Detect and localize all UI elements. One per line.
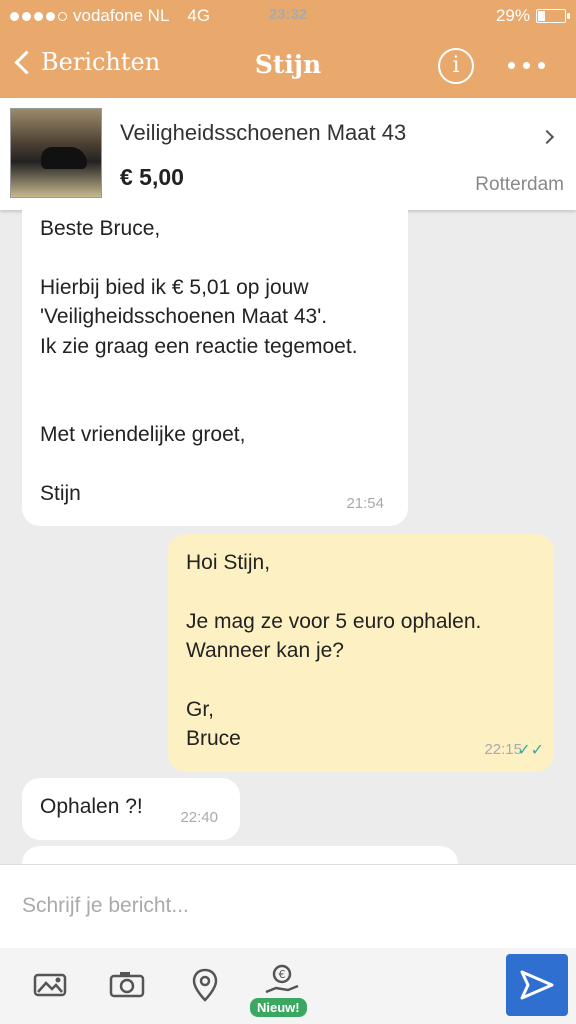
message-time: 22:40 xyxy=(180,809,218,826)
page-title: Stijn xyxy=(254,50,322,79)
chevron-right-icon xyxy=(539,129,555,145)
new-badge: Nieuw! xyxy=(250,998,307,1017)
message-bubble: Hoi Stijn, Je mag ze voor 5 euro ophalen… xyxy=(168,534,554,772)
gallery-icon[interactable] xyxy=(32,966,72,1006)
read-receipt-icon: ✓✓ xyxy=(517,741,544,759)
listing-price: € 5,00 xyxy=(120,164,184,190)
nav-bar: Berichten Stijn i xyxy=(0,34,576,96)
listing-card[interactable]: Veiligheidsschoenen Maat 43 € 5,00 Rotte… xyxy=(0,98,576,210)
battery-icon xyxy=(536,9,570,23)
send-icon xyxy=(520,970,554,1000)
message-text: Beste Bruce, Hierbij bied ik € 5,01 op j… xyxy=(40,217,358,505)
message-text: Hoi Stijn, Je mag ze voor 5 euro ophalen… xyxy=(186,551,482,751)
payment-icon[interactable]: € xyxy=(262,962,302,1002)
camera-icon[interactable] xyxy=(108,966,148,1006)
listing-title: Veiligheidsschoenen Maat 43 xyxy=(120,120,407,145)
listing-thumbnail xyxy=(10,108,102,198)
location-icon[interactable] xyxy=(186,966,226,1006)
message-text: Ophalen ?! xyxy=(40,795,143,818)
compose-bar xyxy=(0,864,576,950)
battery-percent: 29% xyxy=(495,6,530,25)
message-bubble: Beste Bruce, Hierbij bied ik € 5,01 op j… xyxy=(22,200,408,526)
send-button[interactable] xyxy=(506,954,568,1016)
more-options-icon[interactable] xyxy=(508,62,545,69)
svg-text:€: € xyxy=(279,968,286,981)
message-input[interactable] xyxy=(20,885,504,927)
top-bar: vodafone NL 4G 23:32 29% Berichten Stijn… xyxy=(0,0,576,98)
message-time: 21:54 xyxy=(346,495,384,512)
battery-info: 29% xyxy=(495,6,570,26)
clock: 23:32 xyxy=(268,6,308,23)
message-bubble: Ophalen ?! 22:40 xyxy=(22,778,240,840)
listing-location: Rotterdam xyxy=(475,174,564,195)
status-bar: vodafone NL 4G 23:32 29% xyxy=(0,0,576,32)
info-icon[interactable]: i xyxy=(438,48,474,84)
